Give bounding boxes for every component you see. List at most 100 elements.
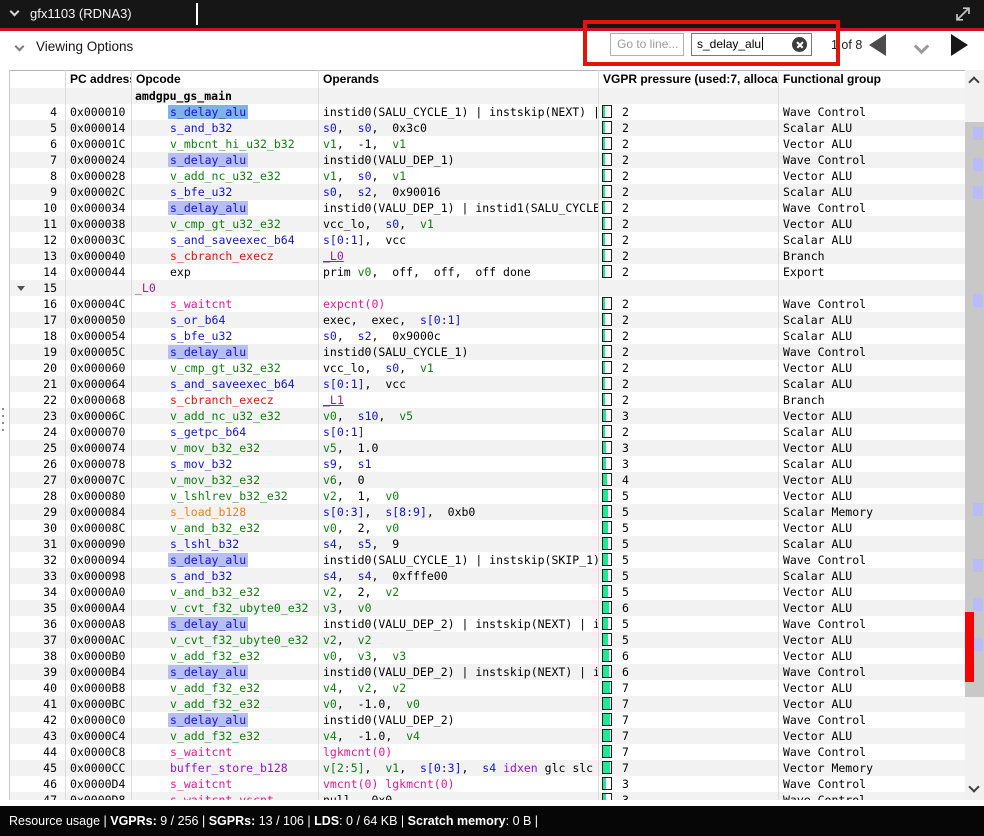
vgpr-pressure-cell: 2 (598, 248, 778, 264)
search-input[interactable]: s_delay_alu (691, 33, 812, 56)
instruction-row[interactable]: 130x000040s_cbranch_execz_L02Branch (9, 248, 965, 264)
instruction-row[interactable]: 410x0000BCv_add_f32_e32v0, -1.0, v07Vect… (9, 696, 965, 712)
instruction-row[interactable]: 320x000094s_delay_aluinstid0(SALU_CYCLE_… (9, 552, 965, 568)
functional-group-cell: Vector ALU (778, 440, 965, 456)
instruction-row[interactable]: 380x0000B0v_add_f32_e32v0, v3, v36Vector… (9, 648, 965, 664)
opcode-cell: s_delay_alu (131, 616, 318, 632)
opcode: s_waitcnt_vscnt (168, 793, 276, 800)
instruction-row[interactable]: 70x000024s_delay_aluinstid0(VALU_DEP_1)2… (9, 152, 965, 168)
column-header-functional-group[interactable]: Functional group (778, 71, 965, 89)
instruction-row[interactable]: 40x000010s_delay_aluinstid0(SALU_CYCLE_1… (9, 104, 965, 120)
operands-cell: null, 0x0 (318, 792, 598, 800)
opcode: s_and_b32 (168, 121, 234, 135)
opcode-cell: s_delay_alu (131, 712, 318, 728)
instruction-row[interactable]: 190x00005Cs_delay_aluinstid0(SALU_CYCLE_… (9, 344, 965, 360)
pressure-bar (602, 377, 612, 390)
instruction-row[interactable]: 270x00007Cv_mov_b32_e32v6, 04Vector ALU (9, 472, 965, 488)
instruction-row[interactable]: 450x0000CCbuffer_store_b128v[2:5], v1, s… (9, 760, 965, 776)
operand-token: , (337, 649, 358, 663)
opcode-cell: v_mbcnt_hi_u32_b32 (131, 136, 318, 152)
pressure-bar (602, 537, 612, 550)
instruction-row[interactable]: 90x00002Cs_bfe_u32s0, s2, 0x900162Scalar… (9, 184, 965, 200)
instruction-row[interactable]: 470x0000D8s_waitcnt_vscntnull, 0x03Wave … (9, 792, 965, 800)
vertical-scrollbar[interactable] (965, 70, 984, 800)
instruction-row[interactable]: 160x00004Cs_waitcntexpcnt(0)2Wave Contro… (9, 296, 965, 312)
previous-match-button[interactable] (869, 34, 886, 56)
line-number: 30 (9, 520, 65, 536)
instruction-row[interactable]: 460x0000D4s_waitcntvmcnt(0) lgkmcnt(0)3W… (9, 776, 965, 792)
line-number: 34 (9, 584, 65, 600)
viewing-options-toggle[interactable]: Viewing Options (36, 39, 133, 54)
operand-token: expcnt(0) (323, 297, 385, 311)
instruction-row[interactable]: 180x000054s_bfe_u32s0, s2, 0x9000c2Scala… (9, 328, 965, 344)
opcode: s_waitcnt (168, 777, 234, 791)
instruction-row[interactable]: 170x000050s_or_b64exec, exec, s[0:1]2Sca… (9, 312, 965, 328)
opcode-cell: v_add_f32_e32 (131, 680, 318, 696)
scroll-up-button[interactable] (965, 70, 984, 91)
instruction-row[interactable]: 290x000084s_load_b128s[0:3], s[8:9], 0xb… (9, 504, 965, 520)
instruction-row[interactable]: 210x000064s_and_saveexec_b64s[0:1], vcc2… (9, 376, 965, 392)
instruction-row[interactable]: 200x000060v_cmp_gt_u32_e32vcc_lo, s0, v1… (9, 360, 965, 376)
instruction-row[interactable]: 280x000080v_lshlrev_b32_e32v2, 1, v05Vec… (9, 488, 965, 504)
instruction-row[interactable]: 370x0000ACv_cvt_f32_ubyte0_e32v2, v25Vec… (9, 632, 965, 648)
operand-token: , (337, 169, 358, 183)
operand-token: v6 (323, 473, 337, 487)
instruction-row[interactable]: 220x000068s_cbranch_execz_L12Branch (9, 392, 965, 408)
operand-token: , 0xb0 (427, 505, 475, 519)
label-row[interactable]: amdgpu_gs_main (9, 88, 965, 104)
instruction-row[interactable]: 260x000078s_mov_b32s9, s13Scalar ALU (9, 456, 965, 472)
scroll-down-button[interactable] (965, 779, 984, 800)
operand-token: s0 (323, 329, 337, 343)
instruction-row[interactable]: 140x000044expprim v0, off, off, off done… (9, 264, 965, 280)
instruction-row[interactable]: 120x00003Cs_and_saveexec_b64s[0:1], vcc2… (9, 232, 965, 248)
instruction-row[interactable]: 60x00001Cv_mbcnt_hi_u32_b32v1, -1, v12Ve… (9, 136, 965, 152)
column-header-pc-address[interactable]: PC address (65, 71, 131, 89)
instruction-row[interactable]: 310x000090s_lshl_b32s4, s5, 95Scalar ALU (9, 536, 965, 552)
instruction-row[interactable]: 330x000098s_and_b32s4, s4, 0xfffe005Scal… (9, 568, 965, 584)
instruction-row[interactable]: 360x0000A8s_delay_aluinstid0(VALU_DEP_2)… (9, 616, 965, 632)
clear-search-icon[interactable] (792, 37, 807, 52)
operand-token: , 0 (337, 473, 365, 487)
line-number: 46 (9, 776, 65, 792)
instruction-row[interactable]: 390x0000B4s_delay_aluinstid0(VALU_DEP_2)… (9, 664, 965, 680)
opcode: s_and_saveexec_b64 (168, 377, 297, 391)
next-match-button[interactable] (951, 34, 968, 56)
pressure-bar (602, 329, 612, 342)
column-header-operands[interactable]: Operands (318, 71, 598, 89)
operands-cell: v[2:5], v1, s[0:3], s4 idxen glc slc (318, 760, 598, 776)
goto-line-input[interactable]: Go to line... (610, 33, 684, 56)
instruction-row[interactable]: 340x0000A0v_and_b32_e32v2, 2, v25Vector … (9, 584, 965, 600)
operand-token: s[0:3] (323, 505, 365, 519)
column-header-vgpr-pressure[interactable]: VGPR pressure (used:7, allocate (598, 71, 778, 89)
instruction-row[interactable]: 50x000014s_and_b32s0, s0, 0x3c02Scalar A… (9, 120, 965, 136)
instruction-row[interactable]: 80x000028v_add_nc_u32_e32v1, s0, v12Vect… (9, 168, 965, 184)
instruction-row[interactable]: 240x000070s_getpc_b64s[0:1]2Scalar ALU (9, 424, 965, 440)
pressure-value: 5 (622, 552, 629, 568)
instruction-row[interactable]: 100x000034s_delay_aluinstid0(VALU_DEP_1)… (9, 200, 965, 216)
pressure-bar (602, 297, 612, 310)
expand-diagonal-arrows-icon[interactable] (952, 3, 974, 25)
opcode-cell: s_and_b32 (131, 120, 318, 136)
instruction-row[interactable]: 350x0000A4v_cvt_f32_ubyte0_e32v3, v06Vec… (9, 600, 965, 616)
pressure-value: 2 (622, 104, 629, 120)
operand-token: , 1.0 (337, 441, 379, 455)
opcode: v_add_nc_u32_e32 (168, 169, 283, 183)
instruction-row[interactable]: 250x000074v_mov_b32_e32v5, 1.03Vector AL… (9, 440, 965, 456)
instruction-row[interactable]: 400x0000B8v_add_f32_e32v4, v2, v27Vector… (9, 680, 965, 696)
instruction-row[interactable]: 300x00008Cv_and_b32_e32v0, 2, v05Vector … (9, 520, 965, 536)
chevron-down-icon[interactable] (10, 7, 20, 17)
splitter-handle[interactable] (2, 408, 5, 438)
column-header-opcode[interactable]: Opcode (131, 71, 318, 89)
label-row[interactable]: 15_L0 (9, 280, 965, 296)
line-number: 13 (9, 248, 65, 264)
instruction-row[interactable]: 420x0000C0s_delay_aluinstid0(VALU_DEP_2)… (9, 712, 965, 728)
tab-gfx1103[interactable]: gfx1103 (RDNA3) (30, 6, 132, 21)
instruction-row[interactable]: 110x000038v_cmp_gt_u32_e32vcc_lo, s0, v1… (9, 216, 965, 232)
pressure-bar (602, 425, 612, 438)
instruction-row[interactable]: 230x00006Cv_add_nc_u32_e32v0, s10, v53Ve… (9, 408, 965, 424)
operand-token: v2 (358, 633, 372, 647)
instruction-row[interactable]: 440x0000C8s_waitcntlgkmcnt(0)7Wave Contr… (9, 744, 965, 760)
pressure-value: 3 (622, 776, 629, 792)
instruction-row[interactable]: 430x0000C4v_add_f32_e32v4, -1.0, v47Vect… (9, 728, 965, 744)
operand-token: , (372, 681, 393, 695)
